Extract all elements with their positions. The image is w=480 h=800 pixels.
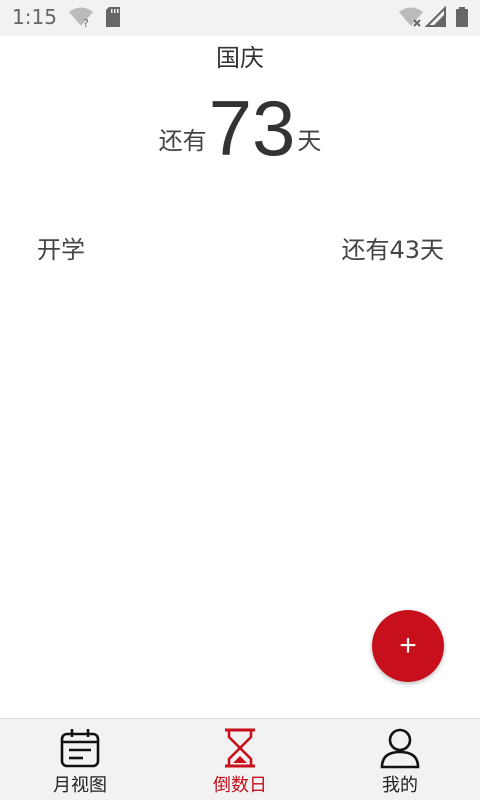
- wifi-question-icon: ?: [69, 7, 93, 28]
- hero-prefix: 还有: [158, 127, 207, 155]
- add-icon: +: [399, 629, 417, 662]
- hero-countdown[interactable]: 还有 73 天: [0, 78, 480, 168]
- wifi-off-icon: [399, 7, 423, 27]
- nav-label-profile: 我的: [382, 775, 418, 796]
- hourglass-icon: [225, 728, 255, 768]
- event-name: 开学: [37, 236, 85, 264]
- battery-icon: [456, 7, 468, 27]
- person-icon: [380, 728, 420, 769]
- sd-card-icon: [106, 7, 120, 27]
- status-bar: 1:15 ?: [0, 0, 480, 36]
- svg-text:?: ?: [83, 17, 89, 28]
- add-button[interactable]: +: [372, 610, 444, 682]
- nav-item-profile[interactable]: 我的: [320, 719, 480, 800]
- nav-label-month-view: 月视图: [53, 775, 107, 796]
- status-time: 1:15: [12, 5, 57, 29]
- hero-suffix: 天: [297, 127, 322, 155]
- countdown-screen: 1:15 ? 国庆 还有 73 天 开学 还有43天 + 月视图 倒数日 我的: [0, 0, 480, 800]
- hero-event-title: 国庆: [216, 44, 264, 72]
- calendar-icon: [60, 729, 100, 768]
- nav-item-countdown[interactable]: 倒数日: [160, 719, 320, 800]
- hero-days-number: 73: [208, 84, 296, 172]
- nav-label-countdown: 倒数日: [213, 775, 267, 796]
- event-remaining: 还有43天: [341, 236, 444, 264]
- bottom-nav: 月视图 倒数日 我的: [0, 718, 480, 800]
- nav-item-month-view[interactable]: 月视图: [0, 719, 160, 800]
- signal-icon: [425, 6, 446, 27]
- list-item[interactable]: 开学 还有43天: [0, 230, 480, 266]
